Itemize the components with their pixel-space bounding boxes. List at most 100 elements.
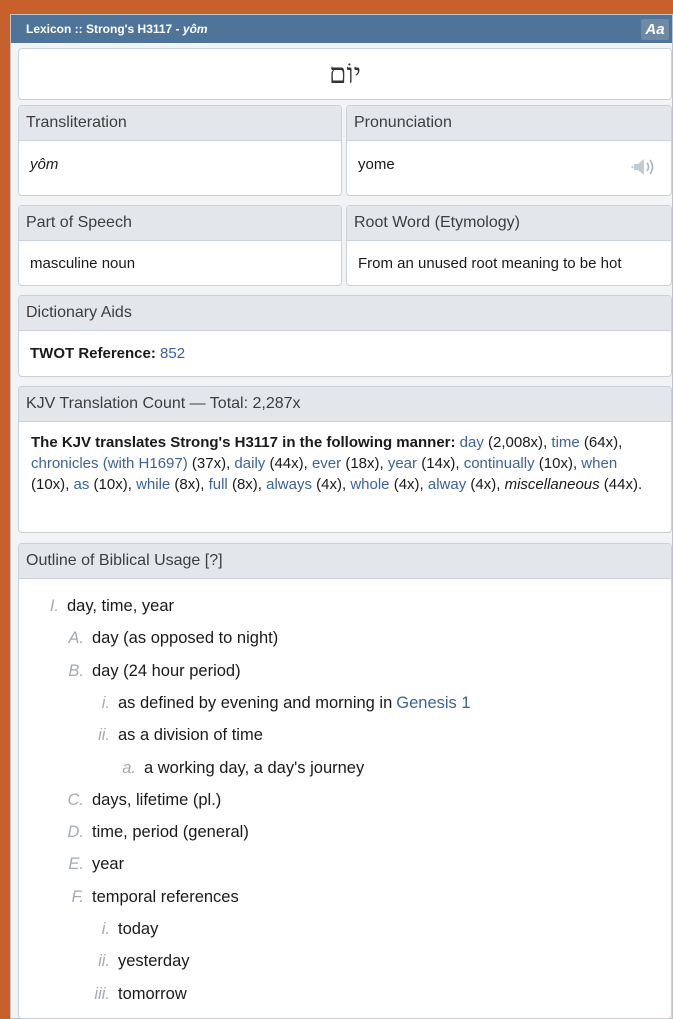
outline-item: A. day (as opposed to night) <box>44 629 278 648</box>
outline-text: time, period (general) <box>92 823 249 842</box>
pronunciation-value: yome <box>358 156 395 173</box>
outline-text: as a division of time <box>118 726 263 745</box>
kjv-word-count: (14x) <box>417 455 456 472</box>
kjv-word-link[interactable]: while <box>136 476 170 493</box>
outline-marker: A. <box>68 629 84 648</box>
transliteration-value: yôm <box>30 156 59 173</box>
kjv-word-link[interactable]: as <box>74 476 90 493</box>
outline-text: days, lifetime (pl.) <box>92 790 222 809</box>
kjv-word-count: (8x) <box>170 476 201 493</box>
kjv-word-link[interactable]: whole <box>350 476 389 493</box>
kjv-word-link[interactable]: chronicles (with H1697) <box>31 455 188 472</box>
outline-marker: iii. <box>94 984 110 1003</box>
kjv-translation-text: The KJV translates Strong's H3117 in the… <box>31 434 643 493</box>
outline-list: I. day, time, year A. day (as opposed to ni… <box>19 579 671 1018</box>
hebrew-word: יוֹם <box>329 57 361 90</box>
outline-item: C. days, lifetime (pl.) <box>44 790 222 810</box>
speaker-icon[interactable] <box>631 156 658 178</box>
outline-text: a working day, a day's journey <box>144 758 365 777</box>
outline-marker: i. <box>101 920 110 938</box>
outline-marker: C. <box>67 790 85 809</box>
lexicon-panel: Lexicon :: Strong's H3117 - yôm Aa יוֹם … <box>10 14 673 1019</box>
outline-text: yesterday <box>118 952 190 971</box>
kjv-word-count: (2,008x) <box>483 434 544 451</box>
outline-marker: E. <box>68 855 84 874</box>
outline-marker: D. <box>67 823 85 842</box>
kjv-word-link[interactable]: year <box>388 455 417 472</box>
scripture-link[interactable]: Genesis 1 <box>396 694 470 713</box>
outline-item: a. a working day, a day's journey <box>96 759 364 778</box>
title-bar: Lexicon :: Strong's H3117 - yôm Aa <box>11 15 672 43</box>
transliteration-box: Transliteration yôm <box>18 105 342 196</box>
kjv-count-label: KJV Translation Count — Total: 2,287x <box>19 387 671 422</box>
kjv-word-link[interactable]: full <box>209 476 228 493</box>
outline-label: Outline of Biblical Usage [?] <box>19 544 671 579</box>
twot-label: TWOT Reference: <box>30 345 156 362</box>
outline-item: F. temporal references <box>44 887 239 907</box>
part-of-speech-box: Part of Speech masculine noun <box>18 205 342 286</box>
outline-text: temporal references <box>92 887 239 906</box>
outline-item: B. day (24 hour period) <box>44 661 241 681</box>
outline-text: today <box>118 920 159 938</box>
font-size-button[interactable]: Aa <box>641 18 669 40</box>
pronunciation-body: yome <box>347 141 671 195</box>
part-of-speech-label: Part of Speech <box>19 206 341 241</box>
kjv-word-count: (4x) <box>389 476 420 493</box>
outline-item: E. year <box>44 855 124 874</box>
outline-box: Outline of Biblical Usage [?] I. day, tim… <box>18 543 672 1019</box>
kjv-word-count: (10x) <box>89 476 128 493</box>
twot-link[interactable]: 852 <box>160 345 185 362</box>
outline-text: day, time, year <box>67 597 174 615</box>
kjv-misc-word: miscellaneous <box>504 476 600 493</box>
transliteration-label: Transliteration <box>19 106 341 141</box>
root-word-label: Root Word (Etymology) <box>347 206 671 241</box>
outline-marker: B. <box>68 661 84 680</box>
kjv-word-link[interactable]: ever <box>312 455 341 472</box>
outline-marker: I. <box>49 597 59 615</box>
outline-text: day (24 hour period) <box>92 661 241 680</box>
dictionary-aids-label: Dictionary Aids <box>19 296 671 331</box>
outline-item: i. as defined by evening and morning in G… <box>70 694 471 713</box>
kjv-word-count: (10x) <box>31 476 66 493</box>
outline-marker: i. <box>101 693 110 712</box>
kjv-word-link[interactable]: continually <box>464 455 535 472</box>
outline-item: ii. yesterday <box>70 952 190 971</box>
root-word-box: Root Word (Etymology) From an unused roo… <box>346 205 672 286</box>
kjv-intro: The KJV translates Strong's H3117 in the… <box>31 434 456 451</box>
outline-text: as defined by evening and morning in <box>118 693 393 712</box>
window-title: Lexicon :: Strong's H3117 - yôm <box>26 22 208 36</box>
pronunciation-box: Pronunciation yome <box>346 105 672 196</box>
kjv-word-count: (37x) <box>187 455 227 472</box>
outline-marker: a. <box>122 758 136 777</box>
pronunciation-label: Pronunciation <box>347 106 671 141</box>
root-word-value: From an unused root meaning to be hot <box>358 255 622 272</box>
outline-item: ii. as a division of time <box>70 726 263 745</box>
kjv-word-link[interactable]: always <box>266 476 312 493</box>
kjv-word-count: (64x) <box>579 434 619 451</box>
kjv-word-count: (44x) <box>265 455 304 472</box>
kjv-word-count: (4x) <box>466 476 497 493</box>
dictionary-aids-box: Dictionary Aids TWOT Reference: 852 <box>18 295 672 377</box>
outline-item: I. day, time, year <box>19 597 174 616</box>
kjv-count-box: KJV Translation Count — Total: 2,287x Th… <box>18 386 672 533</box>
kjv-word-link[interactable]: daily <box>234 455 265 472</box>
kjv-word-link[interactable]: time <box>551 434 579 451</box>
outline-item: D. time, period (general) <box>44 823 249 842</box>
twot-reference: TWOT Reference: 852 <box>19 331 671 362</box>
outline-item: i. today <box>70 920 159 939</box>
kjv-word-count: (10x) <box>534 455 573 472</box>
kjv-word-link[interactable]: alway <box>428 476 466 493</box>
kjv-word-link[interactable]: day <box>460 434 484 451</box>
kjv-word-count: (4x) <box>311 476 342 493</box>
part-of-speech-value: masculine noun <box>30 255 136 272</box>
kjv-word-link[interactable]: when <box>581 455 617 472</box>
outline-item: iii. tomorrow <box>70 984 186 1004</box>
kjv-misc-count: (44x). <box>603 476 643 493</box>
outline-text: year <box>92 855 125 874</box>
kjv-word-count: (8x) <box>227 476 258 493</box>
outline-marker: F. <box>71 887 84 906</box>
outline-text: day (as opposed to night) <box>92 629 279 648</box>
hebrew-word-box: יוֹם <box>18 48 672 100</box>
kjv-word-count: (18x) <box>341 455 380 472</box>
outline-marker: ii. <box>98 952 110 971</box>
